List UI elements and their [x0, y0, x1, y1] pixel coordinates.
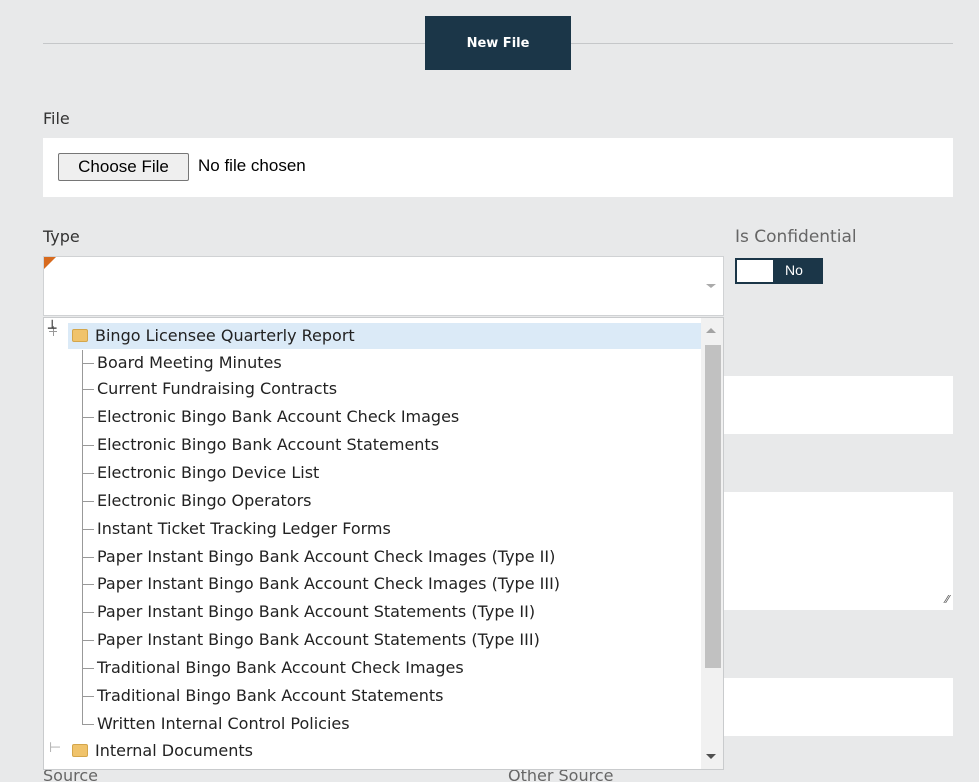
- tree-branch: [82, 473, 94, 474]
- tree-item[interactable]: Paper Instant Bingo Bank Account Check I…: [97, 544, 555, 570]
- tree-group-label: Bingo Licensee Quarterly Report: [95, 326, 355, 345]
- required-marker: [44, 257, 56, 269]
- tree-item[interactable]: Board Meeting Minutes: [97, 350, 282, 376]
- tree-item[interactable]: Paper Instant Bingo Bank Account Check I…: [97, 571, 560, 597]
- tree-item[interactable]: Instant Ticket Tracking Ledger Forms: [97, 516, 391, 542]
- confidential-toggle[interactable]: No: [735, 258, 823, 284]
- tree-item[interactable]: Electronic Bingo Bank Account Check Imag…: [97, 404, 459, 430]
- folder-icon: [72, 329, 88, 342]
- tree-item-label: Paper Instant Bingo Bank Account Check I…: [97, 547, 556, 566]
- tree-branch: [82, 417, 94, 418]
- tree-item-label: Current Fundraising Contracts: [97, 379, 338, 398]
- tree-branch: [82, 529, 94, 530]
- type-label: Type: [43, 227, 80, 246]
- tree-item-label: Written Internal Control Policies: [97, 714, 350, 733]
- tree-item[interactable]: Electronic Bingo Operators: [97, 488, 312, 514]
- tree-item-label: Instant Ticket Tracking Ledger Forms: [97, 519, 391, 538]
- tree-branch: [82, 612, 94, 613]
- hidden-input-1[interactable]: [708, 376, 953, 434]
- toggle-knob[interactable]: [737, 260, 773, 282]
- tree-branch: [82, 640, 94, 641]
- tree-group-label: Internal Documents: [95, 741, 253, 760]
- chevron-down-icon[interactable]: [706, 284, 716, 288]
- scroll-thumb[interactable]: [705, 345, 721, 668]
- type-select[interactable]: [43, 256, 724, 316]
- hidden-input-2[interactable]: [708, 678, 953, 736]
- tree-branch: [82, 501, 94, 502]
- tree-item[interactable]: Traditional Bingo Bank Account Statement…: [97, 683, 443, 709]
- tree-item-label: Electronic Bingo Device List: [97, 463, 320, 482]
- type-dropdown[interactable]: ┴ Bingo Licensee Quarterly Report Board …: [43, 317, 724, 770]
- tree-item-label: Paper Instant Bingo Bank Account Stateme…: [97, 630, 540, 649]
- file-status: No file chosen: [198, 156, 306, 175]
- tree-item[interactable]: Traditional Bingo Bank Account Check Ima…: [97, 655, 464, 681]
- scroll-down-icon[interactable]: [706, 754, 716, 759]
- tree-branch: [82, 363, 94, 364]
- folder-icon: [72, 744, 88, 757]
- tree-branch: [82, 557, 94, 558]
- tree-item[interactable]: Electronic Bingo Device List: [97, 460, 319, 486]
- toggle-value: No: [785, 262, 803, 278]
- resize-grip-icon[interactable]: ⁄⁄: [945, 593, 949, 606]
- divider-left: [43, 43, 425, 44]
- tree-item-label: Electronic Bingo Bank Account Statements: [97, 435, 440, 454]
- tree-item-label: Paper Instant Bingo Bank Account Stateme…: [97, 602, 536, 621]
- tree-item[interactable]: Paper Instant Bingo Bank Account Stateme…: [97, 627, 540, 653]
- collapse-icon[interactable]: ┴: [48, 321, 56, 337]
- tree-branch: [82, 445, 94, 446]
- tree-item[interactable]: Electronic Bingo Bank Account Statements: [97, 432, 439, 458]
- tree-branch: [82, 668, 94, 669]
- file-label: File: [43, 109, 70, 128]
- tree-item-label: Electronic Bingo Bank Account Check Imag…: [97, 407, 460, 426]
- choose-file-button[interactable]: Choose File: [58, 153, 189, 181]
- dropdown-scrollbar[interactable]: [701, 318, 723, 769]
- tree-group-row[interactable]: Internal Documents: [72, 738, 253, 764]
- type-tree: ┴ Bingo Licensee Quarterly Report Board …: [44, 318, 704, 769]
- tree-item[interactable]: Paper Instant Bingo Bank Account Stateme…: [97, 599, 535, 625]
- file-field: Choose File No file chosen: [43, 138, 953, 197]
- tree-item-label: Paper Instant Bingo Bank Account Check I…: [97, 574, 561, 593]
- expand-icon[interactable]: ⊢: [49, 740, 61, 756]
- divider-right: [571, 43, 953, 44]
- confidential-label: Is Confidential: [735, 227, 857, 247]
- tree-item[interactable]: Written Internal Control Policies: [97, 711, 350, 737]
- tree-item-label: Board Meeting Minutes: [97, 353, 282, 372]
- tree-branch: [82, 389, 94, 390]
- tree-branch: [82, 724, 94, 725]
- tree-item[interactable]: Current Fundraising Contracts: [97, 376, 337, 402]
- tree-item-label: Traditional Bingo Bank Account Statement…: [97, 686, 444, 705]
- tree-branch: [82, 584, 94, 585]
- new-file-button[interactable]: New File: [425, 16, 571, 70]
- hidden-textarea[interactable]: ⁄⁄: [708, 492, 953, 610]
- tree-item-label: Electronic Bingo Operators: [97, 491, 312, 510]
- scroll-up-icon[interactable]: [706, 328, 716, 333]
- tree-item-label: Traditional Bingo Bank Account Check Ima…: [97, 658, 464, 677]
- tree-branch: [82, 696, 94, 697]
- tree-group-row[interactable]: Bingo Licensee Quarterly Report: [68, 323, 704, 349]
